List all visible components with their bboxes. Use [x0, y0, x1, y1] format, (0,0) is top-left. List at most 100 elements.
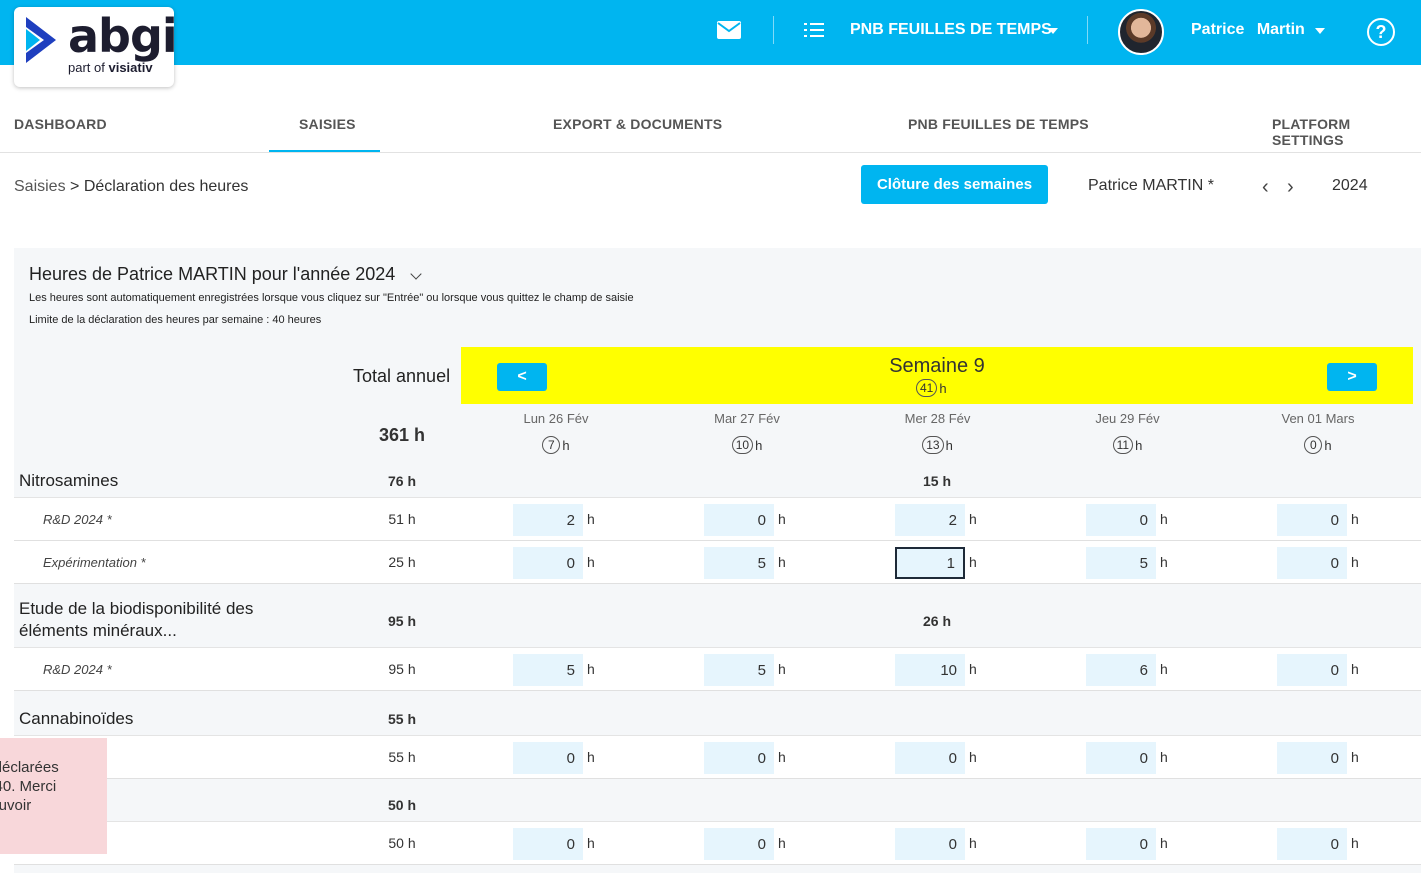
- hours-input[interactable]: [1086, 742, 1156, 774]
- breadcrumb: Saisies > Déclaration des heures: [14, 178, 248, 196]
- tab-dashboard[interactable]: DASHBOARD: [14, 116, 107, 132]
- day-total: 10 h: [652, 436, 842, 454]
- hours-input[interactable]: [704, 828, 774, 860]
- day-total: 0h: [1223, 436, 1413, 454]
- hours-input[interactable]: [1086, 828, 1156, 860]
- hours-input[interactable]: [1277, 654, 1347, 686]
- hour-unit: h: [587, 661, 595, 677]
- table-header-empty: [14, 347, 342, 463]
- tab-export-documents[interactable]: EXPORT & DOCUMENTS: [553, 116, 722, 132]
- hour-unit: h: [1351, 661, 1359, 677]
- mail-icon[interactable]: [717, 21, 741, 39]
- abgi-logo-mark-icon: [26, 17, 56, 63]
- next-week-button[interactable]: >: [1327, 363, 1377, 391]
- project-row: Etude de la biodisponibilité des élément…: [14, 594, 1421, 648]
- hours-input[interactable]: [895, 547, 965, 579]
- logo-subtitle: part of visiativ: [68, 60, 153, 75]
- day-name: Ven 01 Mars: [1281, 411, 1355, 426]
- chevron-down-icon[interactable]: [410, 268, 422, 280]
- chevron-down-icon[interactable]: [1048, 28, 1058, 34]
- top-bar: PNB FEUILLES DE TEMPS Patrice Martin ?: [0, 0, 1421, 65]
- hour-unit: h: [1160, 554, 1168, 570]
- hour-unit: h: [1160, 661, 1168, 677]
- help-icon[interactable]: ?: [1367, 18, 1395, 46]
- breadcrumb-current: Déclaration des heures: [83, 178, 249, 195]
- hours-input[interactable]: [704, 654, 774, 686]
- hour-unit: h: [587, 511, 595, 527]
- project-row: Nitrosamines 76 h 15 h: [14, 464, 1421, 498]
- total-annuel-label: Total annuel: [344, 347, 460, 404]
- chevron-left-icon[interactable]: ‹: [1262, 176, 1269, 199]
- module-selector[interactable]: PNB FEUILLES DE TEMPS: [850, 21, 1052, 39]
- hour-unit: h: [969, 554, 977, 570]
- user-select[interactable]: Patrice MARTIN *: [1088, 177, 1214, 195]
- hour-unit: h: [587, 835, 595, 851]
- day-name: Lun 26 Fév: [523, 411, 589, 426]
- avatar[interactable]: [1118, 9, 1164, 55]
- error-toast: s déclarées à 40. Merci pouvoir: [0, 738, 107, 854]
- hours-input[interactable]: [1277, 828, 1347, 860]
- task-name: R&D 2024 *: [43, 512, 112, 527]
- task-row: R&D 2024 * 51 h h h h h h: [14, 498, 1421, 541]
- hours-input[interactable]: [513, 828, 583, 860]
- project-name: Cannabinoïdes: [19, 709, 134, 728]
- user-first-name: Patrice: [1191, 21, 1245, 38]
- hours-input[interactable]: [895, 504, 965, 536]
- hour-unit: h: [969, 749, 977, 765]
- active-tab-indicator: [269, 150, 380, 152]
- tab-platform-settings[interactable]: PLATFORM SETTINGS: [1272, 116, 1421, 148]
- tab-saisies[interactable]: SAISIES: [299, 116, 356, 132]
- list-icon[interactable]: [804, 21, 824, 39]
- task-row: R&D 2024 * 95 h h h h h h: [14, 648, 1421, 691]
- user-menu[interactable]: Patrice Martin: [1191, 21, 1305, 39]
- divider: [773, 16, 774, 44]
- cloture-semaines-button[interactable]: Clôture des semaines: [861, 165, 1048, 204]
- hours-input[interactable]: [1086, 547, 1156, 579]
- toast-line: pouvoir: [0, 797, 32, 814]
- hours-input[interactable]: [513, 504, 583, 536]
- hours-input[interactable]: [513, 547, 583, 579]
- task-total: 55 h: [388, 749, 416, 765]
- chevron-right-icon[interactable]: ›: [1287, 176, 1294, 199]
- task-name: Expérimentation *: [43, 555, 146, 570]
- chevron-down-icon[interactable]: [1315, 28, 1325, 34]
- logo-word: abgi: [68, 9, 178, 63]
- breadcrumb-saisies[interactable]: Saisies: [14, 178, 66, 195]
- logo[interactable]: abgi part of visiativ: [14, 7, 178, 87]
- year-label: 2024: [1332, 177, 1368, 194]
- day-name: Mer 28 Fév: [904, 411, 971, 426]
- project-week-total: 26 h: [922, 613, 951, 629]
- hours-input[interactable]: [1277, 742, 1347, 774]
- hours-input[interactable]: [513, 742, 583, 774]
- hours-input[interactable]: [704, 504, 774, 536]
- hours-input[interactable]: [895, 654, 965, 686]
- day-total: 13 h: [843, 436, 1032, 454]
- day-column-header: Mar 27 Fév 10 h: [652, 405, 842, 463]
- hours-input[interactable]: [1277, 547, 1347, 579]
- day-total: 7h: [461, 436, 651, 454]
- hour-unit: h: [1351, 554, 1359, 570]
- task-total: 95 h: [388, 661, 416, 677]
- hours-input[interactable]: [1086, 504, 1156, 536]
- week-total: 41 h: [916, 379, 947, 397]
- toast-line: s déclarées: [0, 759, 59, 776]
- project-row: 50 h: [14, 788, 1421, 822]
- project-total: 55 h: [387, 711, 416, 727]
- hour-unit: h: [778, 835, 786, 851]
- hours-input[interactable]: [704, 547, 774, 579]
- hours-input[interactable]: [513, 654, 583, 686]
- hours-input[interactable]: [1277, 504, 1347, 536]
- panel-title: Heures de Patrice MARTIN pour l'année 20…: [29, 264, 396, 284]
- hours-input[interactable]: [1086, 654, 1156, 686]
- project-row: Cannabinoïdes 55 h: [14, 702, 1421, 736]
- hours-input[interactable]: [704, 742, 774, 774]
- week-title: Semaine 9: [889, 355, 985, 377]
- tab-pnb-feuilles-de-temps[interactable]: PNB FEUILLES DE TEMPS: [908, 116, 1089, 132]
- day-column-header: Jeu 29 Fév 11 h: [1033, 405, 1222, 463]
- hour-unit: h: [587, 554, 595, 570]
- task-total: 50 h: [388, 835, 416, 851]
- task-total: 51 h: [388, 511, 416, 527]
- breadcrumb-separator: >: [70, 178, 80, 195]
- hours-input[interactable]: [895, 742, 965, 774]
- hours-input[interactable]: [895, 828, 965, 860]
